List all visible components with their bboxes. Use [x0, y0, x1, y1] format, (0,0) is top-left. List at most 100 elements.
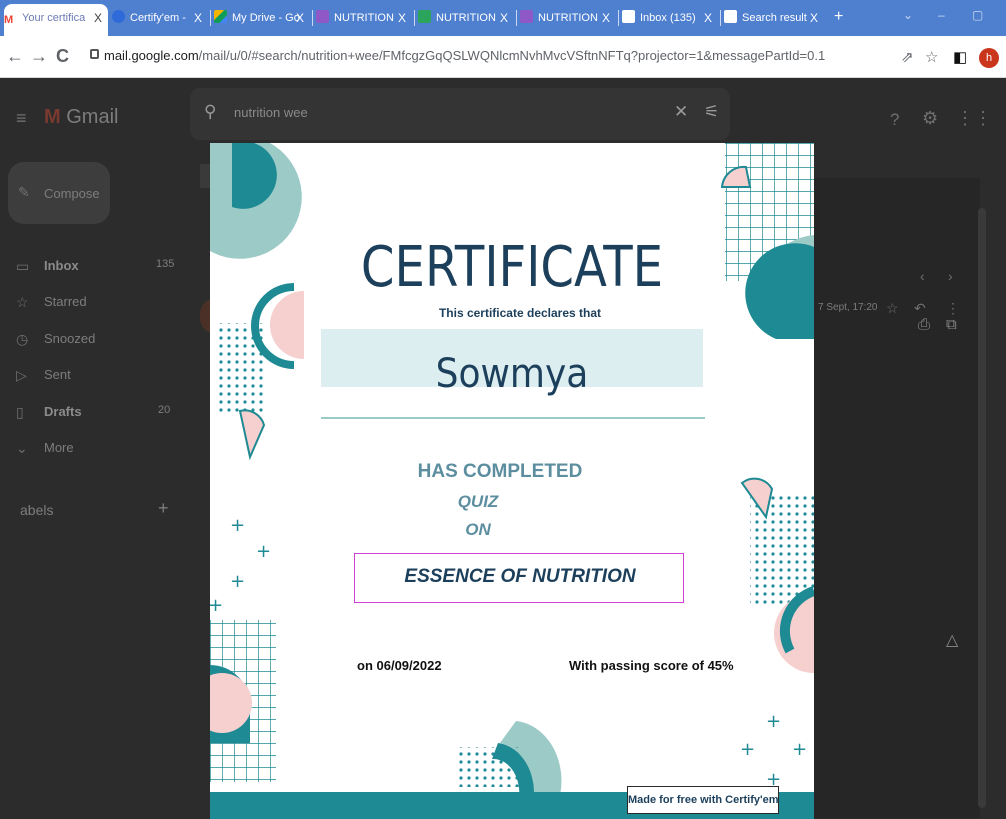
- tab-title: NUTRITION: [334, 12, 394, 24]
- star-message-icon[interactable]: ☆: [886, 300, 899, 317]
- apps-icon[interactable]: ⋮⋮: [956, 108, 992, 129]
- drive-icon[interactable]: △: [946, 630, 958, 650]
- new-tab-button[interactable]: +: [834, 8, 843, 26]
- gmail-favicon-icon: [622, 10, 635, 23]
- reload-icon[interactable]: C: [56, 46, 69, 67]
- svg-text:+: +: [740, 739, 755, 760]
- tab-close-icon[interactable]: X: [296, 4, 304, 32]
- gmail-logo[interactable]: M Gmail: [44, 106, 118, 129]
- svg-text:+: +: [766, 711, 781, 732]
- tab-title: Your certifica: [22, 12, 86, 24]
- search-bar[interactable]: ⚲ nutrition wee ✕ ⚟: [190, 88, 730, 140]
- compose-button[interactable]: ✎ Compose: [8, 162, 110, 224]
- sent-icon: ▷: [16, 367, 27, 383]
- sheets-favicon-icon: [418, 10, 431, 23]
- forward-arrow-icon[interactable]: →: [30, 46, 48, 67]
- certificate-preview: + + + + + + + + CERTIFICATE This certifi…: [210, 143, 814, 819]
- nav-inbox[interactable]: Inbox: [44, 258, 79, 273]
- tab-separator: [210, 10, 211, 26]
- tab-close-icon[interactable]: X: [704, 4, 712, 32]
- tab-separator: [414, 10, 415, 26]
- lock-icon: [90, 49, 99, 59]
- gmail-favicon-icon: M: [4, 6, 17, 26]
- certificate-title: CERTIFICATE: [360, 235, 664, 300]
- browser-toolbar: ← → C mail.google.com/mail/u/0/#search/n…: [0, 36, 1006, 78]
- tab-inbox[interactable]: Inbox (135) X: [622, 4, 718, 32]
- tab-my-drive[interactable]: My Drive - Go X: [214, 4, 310, 32]
- print-icon[interactable]: ⎙: [918, 316, 930, 333]
- page-scrollbar[interactable]: [978, 208, 986, 808]
- url-text: mail.google.com/mail/u/0/#search/nutriti…: [104, 48, 825, 63]
- tab-title: Search result: [742, 12, 807, 24]
- gmail-app-name: Gmail: [66, 106, 119, 128]
- svg-text:+: +: [230, 571, 245, 592]
- search-input[interactable]: nutrition wee: [234, 105, 308, 120]
- filter-icon[interactable]: ⚟: [704, 102, 719, 122]
- svg-text:+: +: [210, 595, 223, 616]
- help-icon[interactable]: ?: [890, 110, 899, 130]
- next-message-icon[interactable]: ›: [948, 268, 953, 284]
- tab-nutrition-1[interactable]: NUTRITION X: [316, 4, 412, 32]
- message-time: 7 Sept, 17:20: [818, 302, 878, 313]
- tab-close-icon[interactable]: X: [810, 4, 818, 32]
- completion-date: on 06/09/2022: [357, 658, 442, 673]
- tab-search-results[interactable]: Search result X: [724, 4, 824, 32]
- drive-favicon-icon: [214, 10, 227, 23]
- certifyem-badge[interactable]: Made for free with Certify'em: [627, 786, 779, 814]
- tab-your-certificate[interactable]: M Your certifica X: [4, 4, 108, 36]
- menu-icon[interactable]: ≡: [16, 108, 27, 129]
- tab-nutrition-3[interactable]: NUTRITION X: [520, 4, 616, 32]
- search-icon[interactable]: ⚲: [204, 102, 216, 122]
- maximize-icon[interactable]: ▢: [972, 8, 983, 22]
- tab-search-icon[interactable]: ⌄: [903, 8, 913, 22]
- svg-text:+: +: [256, 541, 271, 562]
- drafts-count: 20: [158, 404, 171, 416]
- recipient-name: Sowmya: [435, 351, 589, 397]
- clear-icon[interactable]: ✕: [674, 102, 688, 122]
- settings-icon[interactable]: ⚙: [922, 108, 938, 129]
- tab-close-icon[interactable]: X: [94, 4, 102, 32]
- svg-text:+: +: [792, 739, 807, 760]
- tab-close-icon[interactable]: X: [602, 4, 610, 32]
- nav-snoozed[interactable]: Snoozed: [44, 331, 95, 346]
- url-host: mail.google.com: [104, 48, 199, 63]
- nav-sent[interactable]: Sent: [44, 367, 71, 382]
- tab-nutrition-2[interactable]: NUTRITION X: [418, 4, 514, 32]
- tab-separator: [312, 10, 313, 26]
- nav-starred[interactable]: Starred: [44, 294, 87, 309]
- tab-separator: [516, 10, 517, 26]
- profile-avatar[interactable]: h: [979, 48, 999, 68]
- back-arrow-icon[interactable]: ←: [6, 46, 24, 67]
- inbox-count: 135: [156, 258, 175, 270]
- tab-certifyem[interactable]: Certify'em - X: [112, 4, 208, 32]
- inbox-icon: ▭: [16, 258, 30, 274]
- address-bar[interactable]: mail.google.com/mail/u/0/#search/nutriti…: [86, 41, 886, 71]
- prev-message-icon[interactable]: ‹: [920, 268, 925, 284]
- message-panel: ‹ › ⎙ ⧉ 7 Sept, 17:20 ☆ ↶ ⋮ △: [810, 178, 980, 818]
- nav-more[interactable]: More: [44, 440, 74, 455]
- forms-favicon-icon: [316, 10, 329, 23]
- labels-heading: abels: [20, 502, 54, 518]
- share-icon[interactable]: ⇗: [901, 48, 914, 66]
- tab-close-icon[interactable]: X: [500, 4, 508, 32]
- tab-title: My Drive - Go: [232, 12, 300, 24]
- more-icon[interactable]: ⋮: [946, 300, 960, 317]
- forms-favicon-icon: [520, 10, 533, 23]
- nav-drafts[interactable]: Drafts: [44, 404, 82, 419]
- star-icon[interactable]: ☆: [925, 48, 938, 66]
- sidepanel-icon[interactable]: ◧: [953, 48, 967, 66]
- minimize-icon[interactable]: –: [938, 8, 945, 22]
- has-completed-text: HAS COMPLETED: [417, 461, 583, 482]
- reply-icon[interactable]: ↶: [914, 300, 926, 317]
- open-new-icon[interactable]: ⧉: [946, 316, 957, 333]
- tab-title: NUTRITION: [538, 12, 598, 24]
- tab-title: Certify'em -: [130, 12, 186, 24]
- tab-strip: M Your certifica X Certify'em - X My Driv…: [0, 0, 1006, 36]
- back-to-results-icon[interactable]: [200, 164, 210, 188]
- certifyem-favicon-icon: [112, 10, 125, 23]
- tab-close-icon[interactable]: X: [398, 4, 406, 32]
- svg-text:+: +: [230, 515, 245, 536]
- passing-score: With passing score of 45%: [569, 658, 734, 673]
- add-label-button[interactable]: +: [158, 498, 169, 519]
- tab-close-icon[interactable]: X: [194, 4, 202, 32]
